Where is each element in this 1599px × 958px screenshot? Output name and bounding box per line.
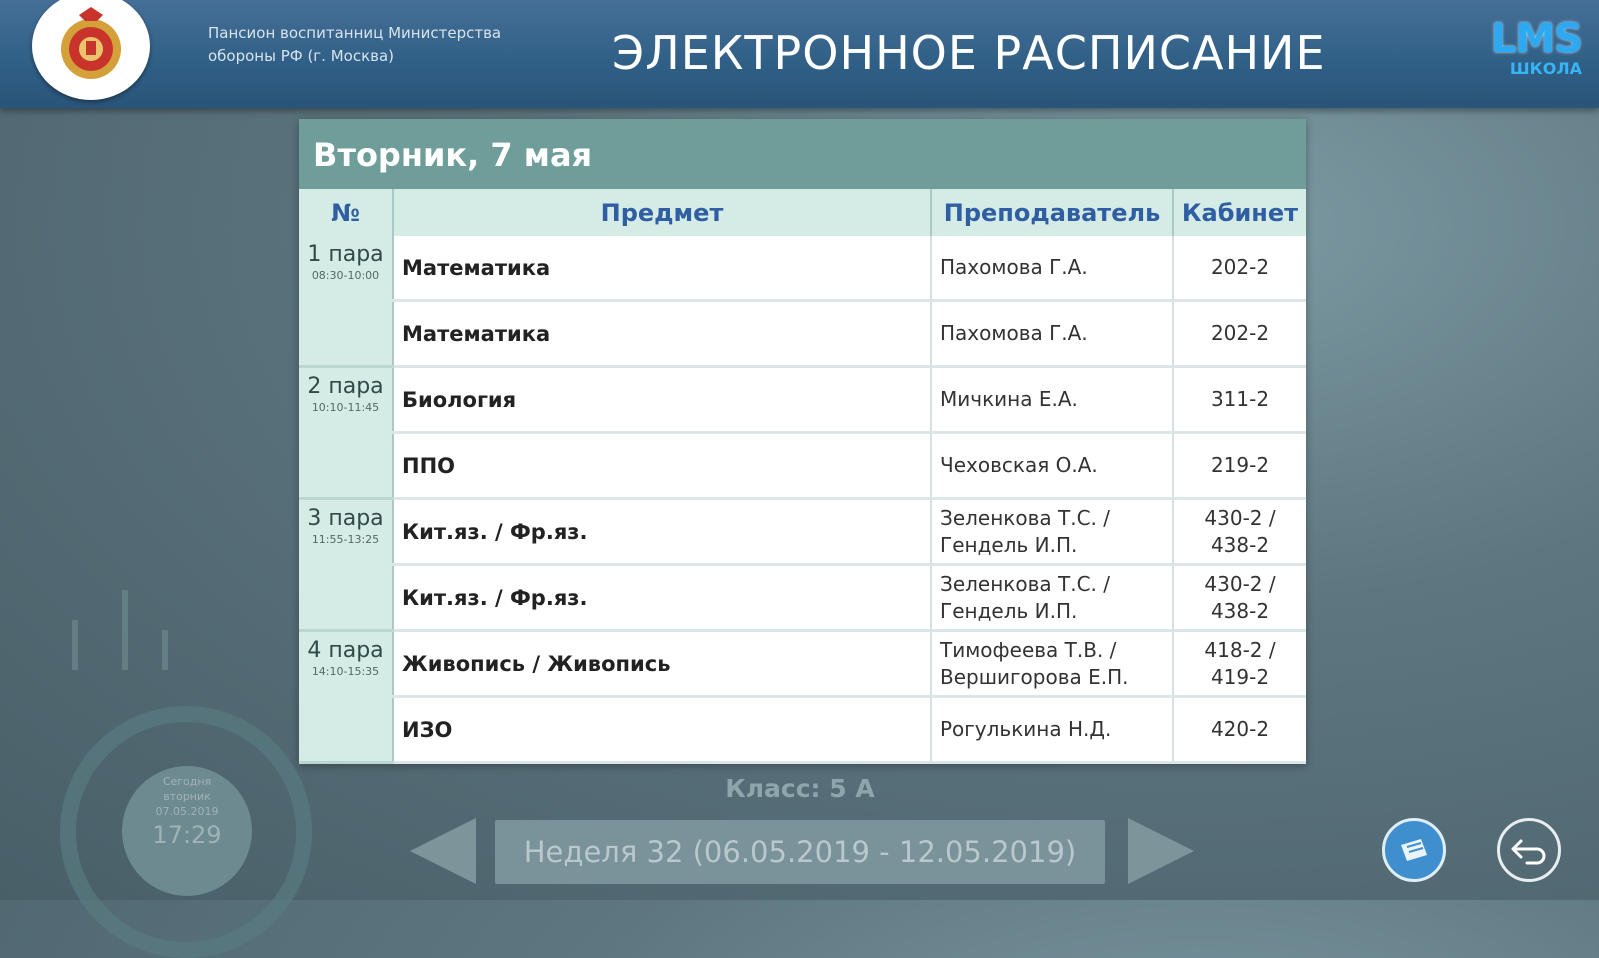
room-cell: 202-2 bbox=[1173, 300, 1306, 368]
header-bar: Пансион воспитанниц Министерства обороны… bbox=[0, 0, 1599, 108]
subject-cell: Математика bbox=[393, 300, 932, 368]
pair-cell: 3 пара 11:55-13:25 bbox=[299, 498, 394, 632]
room-cell: 430-2 / 438-2 bbox=[1173, 564, 1306, 632]
teacher-cell: Чеховская О.А. bbox=[931, 432, 1174, 500]
subject-cell: ИЗО bbox=[393, 696, 932, 764]
subject-cell: Кит.яз. / Фр.яз. bbox=[393, 498, 932, 566]
table-row: 2 пара 10:10-11:45 Биология Мичкина Е.А.… bbox=[299, 366, 1306, 500]
table-row: 1 пара 08:30-10:00 Математика Пахомова Г… bbox=[299, 236, 1306, 368]
room-cell: 430-2 / 438-2 bbox=[1173, 498, 1306, 566]
room-cell: 311-2 bbox=[1173, 366, 1306, 434]
back-arrow-icon bbox=[1511, 839, 1546, 865]
pair-label: 3 пара bbox=[307, 506, 384, 531]
table-row: Кит.яз. / Фр.яз. Зеленкова Т.С. / Гендел… bbox=[299, 564, 1306, 632]
clock-date: 07.05.2019 bbox=[155, 805, 219, 818]
clock-today: Сегодня bbox=[162, 775, 212, 788]
ticket-icon bbox=[1401, 839, 1427, 861]
pair-label: 4 пара bbox=[307, 638, 384, 663]
table-row: 4 пара 14:10-15:35 Живопись / Живопись Т… bbox=[299, 630, 1306, 764]
teacher-cell: Рогулькина Н.Д. bbox=[931, 696, 1174, 764]
pair-time: 10:10-11:45 bbox=[311, 401, 380, 414]
clock-weekday: вторник bbox=[163, 790, 211, 803]
clock-widget: Сегодня вторник 07.05.2019 17:29 bbox=[122, 766, 252, 896]
teacher-cell: Пахомова Г.А. bbox=[931, 236, 1174, 302]
lessons-table: № Предмет Преподаватель Кабинет 1 пара 0… bbox=[299, 189, 1306, 764]
room-cell: 219-2 bbox=[1173, 432, 1306, 500]
column-header-number: № bbox=[299, 189, 394, 236]
logo-sub-text: ШКОЛА bbox=[1509, 59, 1582, 78]
table-row: ИЗО Рогулькина Н.Д. 420-2 bbox=[299, 696, 1306, 764]
lms-logo: LMS ШКОЛА bbox=[1462, 16, 1583, 78]
teacher-cell: Зеленкова Т.С. / Гендель И.П. bbox=[931, 564, 1174, 632]
week-selector[interactable]: Неделя 32 (06.05.2019 - 12.05.2019) bbox=[495, 820, 1105, 884]
schedule-table: Вторник, 7 мая № Предмет Преподаватель К… bbox=[299, 119, 1306, 764]
pair-cell: 2 пара 10:10-11:45 bbox=[299, 366, 394, 500]
teacher-cell: Мичкина Е.А. bbox=[931, 366, 1174, 434]
subject-cell: ППО bbox=[393, 432, 932, 500]
ticket-button[interactable] bbox=[1382, 818, 1446, 882]
teacher-cell: Пахомова Г.А. bbox=[931, 300, 1174, 368]
class-label: Класс: 5 А bbox=[725, 774, 875, 803]
room-cell: 202-2 bbox=[1173, 236, 1306, 302]
column-header-room: Кабинет bbox=[1173, 189, 1306, 236]
emblem-icon bbox=[32, 0, 150, 100]
teacher-cell: Тимофеева Т.В. / Вершигорова Е.П. bbox=[931, 630, 1174, 698]
page-title: ЭЛЕКТРОННОЕ РАСПИСАНИЕ bbox=[612, 26, 1326, 80]
pair-cell: 1 пара 08:30-10:00 bbox=[299, 236, 394, 368]
subject-cell: Биология bbox=[393, 366, 932, 434]
next-arrow-icon[interactable] bbox=[1128, 818, 1194, 884]
table-row: 3 пара 11:55-13:25 Кит.яз. / Фр.яз. Зеле… bbox=[299, 498, 1306, 632]
pair-label: 2 пара bbox=[307, 374, 384, 399]
table-row: Математика Пахомова Г.А. 202-2 bbox=[299, 300, 1306, 368]
room-cell: 420-2 bbox=[1173, 696, 1306, 764]
prev-arrow-icon[interactable] bbox=[410, 818, 476, 884]
subject-cell: Математика bbox=[393, 236, 932, 302]
pair-time: 14:10-15:35 bbox=[311, 665, 380, 678]
day-title: Вторник, 7 мая bbox=[313, 136, 593, 174]
organization-name: Пансион воспитанниц Министерства обороны… bbox=[208, 24, 502, 65]
logo-main-text: LMS bbox=[1490, 16, 1583, 62]
pair-time: 08:30-10:00 bbox=[311, 269, 380, 282]
table-row: ППО Чеховская О.А. 219-2 bbox=[299, 432, 1306, 500]
subject-cell: Кит.яз. / Фр.яз. bbox=[393, 564, 932, 632]
pair-label: 1 пара bbox=[307, 242, 384, 267]
room-cell: 418-2 / 419-2 bbox=[1173, 630, 1306, 698]
teacher-cell: Зеленкова Т.С. / Гендель И.П. bbox=[931, 498, 1174, 566]
column-header-row: № Предмет Преподаватель Кабинет bbox=[299, 189, 1306, 236]
clock-time: 17:29 bbox=[152, 821, 222, 849]
pair-time: 11:55-13:25 bbox=[311, 533, 380, 546]
column-header-subject: Предмет bbox=[393, 189, 932, 236]
column-header-teacher: Преподаватель bbox=[931, 189, 1174, 236]
back-button[interactable] bbox=[1497, 818, 1561, 882]
pair-cell: 4 пара 14:10-15:35 bbox=[299, 630, 394, 764]
subject-cell: Живопись / Живопись bbox=[393, 630, 932, 698]
